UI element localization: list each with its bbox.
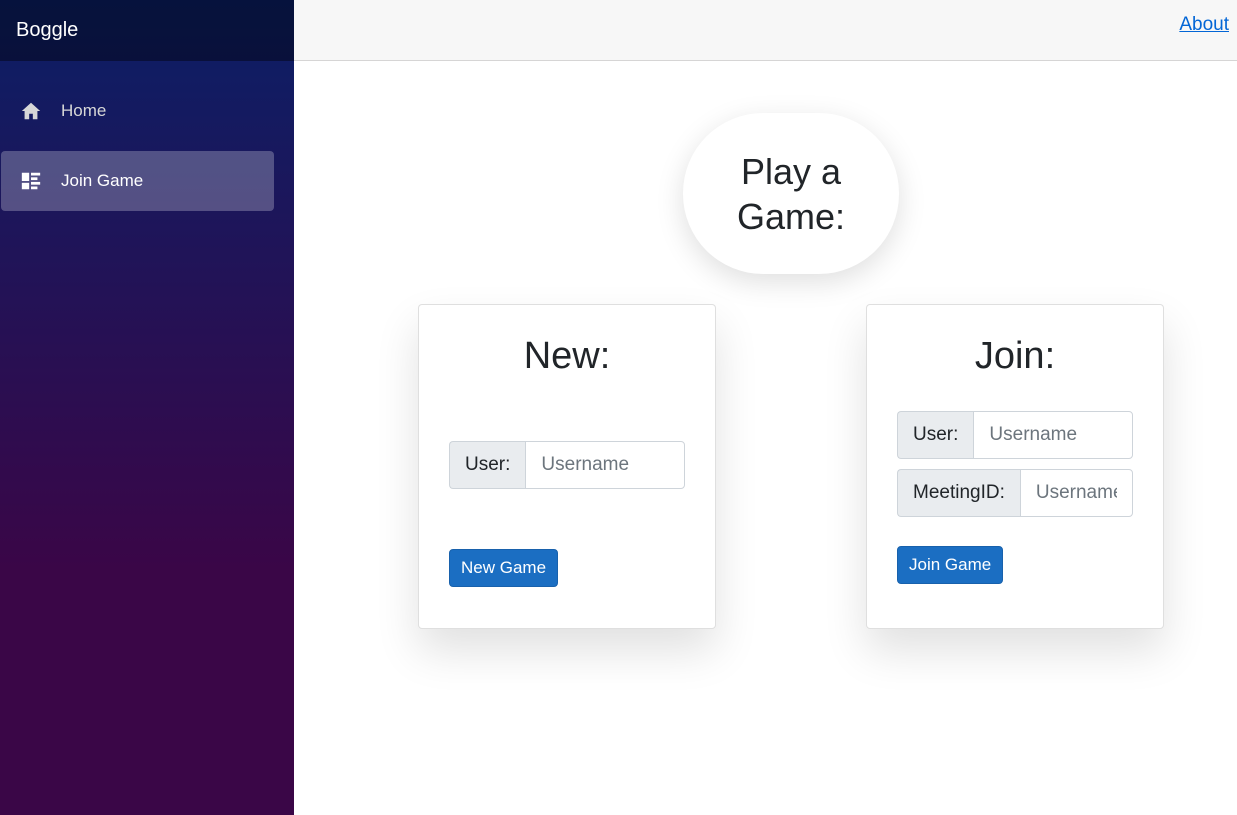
new-card-title: New: [523, 335, 611, 377]
join-card-title: Join: [974, 335, 1056, 377]
about-link[interactable]: About [1179, 14, 1229, 36]
app-brand[interactable]: Boggle [16, 19, 78, 42]
sidebar-item-label: Home [61, 101, 107, 120]
meeting-id-label: MeetingID: [897, 469, 1020, 517]
sidebar: Boggle Home Join Game [0, 0, 294, 815]
new-username-input[interactable] [525, 441, 685, 489]
meeting-id-input[interactable] [1019, 469, 1133, 517]
new-game-button[interactable]: New Game [449, 549, 559, 587]
new-user-label: User: [449, 441, 526, 489]
join-game-card: Join: User: MeetingID: Join Game [866, 304, 1164, 629]
join-game-button[interactable]: Join Game [897, 546, 1004, 584]
sidebar-item-home[interactable]: Home [1, 81, 274, 141]
sidebar-item-label: Join Game [61, 171, 144, 190]
dashboard-icon [20, 170, 42, 192]
join-username-input[interactable] [973, 411, 1133, 459]
new-game-card: New: User: New Game [418, 304, 716, 629]
join-user-label: User: [897, 411, 974, 459]
sidebar-item-join-game[interactable]: Join Game [1, 151, 274, 211]
top-bar: About [294, 0, 1237, 61]
page-title: Play a Game: [683, 113, 899, 274]
join-user-input-group: User: [897, 411, 1133, 459]
join-meeting-input-group: MeetingID: [897, 469, 1133, 517]
brand-bar: Boggle [0, 0, 294, 61]
sidebar-nav: Home Join Game [0, 61, 294, 211]
home-icon [20, 100, 42, 122]
new-user-input-group: User: [449, 441, 685, 489]
